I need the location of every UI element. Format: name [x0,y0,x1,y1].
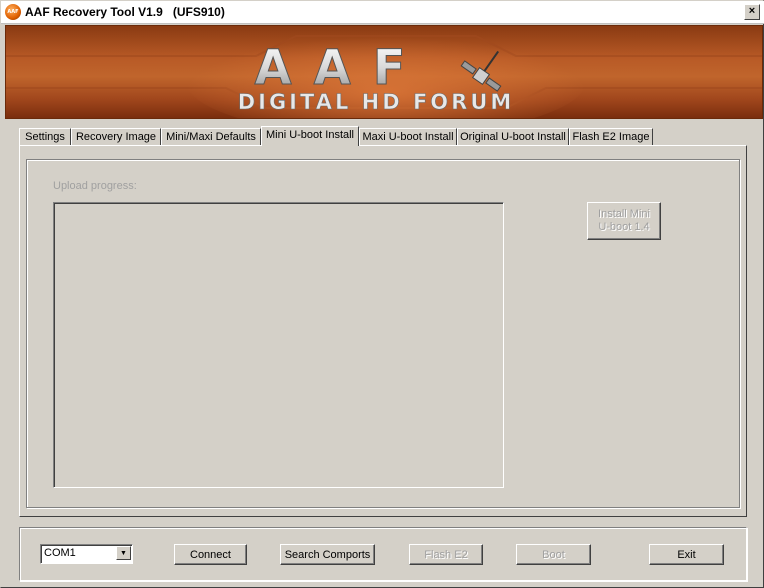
boot-button[interactable]: Boot [516,544,591,565]
com-port-value: COM1 [44,547,76,559]
app-window: AAF AAF Recovery Tool V1.9 (UFS910) × AA… [0,0,764,588]
tab-mini-maxi-defaults[interactable]: Mini/Maxi Defaults [161,128,261,145]
banner-graphic: AAF DIGITAL HD FORUM [6,26,762,118]
tab-original-uboot-install[interactable]: Original U-boot Install [457,128,569,145]
tab-panel-mini-uboot: Upload progress: Install Mini U-boot 1.4 [19,145,747,517]
aaf-logo-icon: AAF [5,4,21,20]
tab-settings[interactable]: Settings [19,128,71,145]
window-title: AAF Recovery Tool V1.9 (UFS910) [25,5,225,19]
chevron-down-icon[interactable]: ▼ [116,546,131,560]
flash-e2-button[interactable]: Flash E2 [409,544,483,565]
tab-maxi-uboot-install[interactable]: Maxi U-boot Install [359,128,457,145]
upload-progress-label: Upload progress: [53,180,137,192]
close-button[interactable]: × [744,4,760,20]
tab-recovery-image[interactable]: Recovery Image [71,128,161,145]
upload-progress-log [53,202,504,488]
tab-flash-e2-image[interactable]: Flash E2 Image [569,128,653,145]
search-comports-button[interactable]: Search Comports [280,544,375,565]
title-bar: AAF AAF Recovery Tool V1.9 (UFS910) × [1,1,764,24]
connect-button[interactable]: Connect [174,544,247,565]
exit-button[interactable]: Exit [649,544,724,565]
banner: AAF DIGITAL HD FORUM [5,25,763,119]
com-port-select[interactable]: COM1 ▼ [40,544,133,564]
install-mini-uboot-button[interactable]: Install Mini U-boot 1.4 [587,202,661,240]
connection-panel: COM1 ▼ Connect Search Comports Flash E2 … [19,527,747,581]
tab-mini-uboot-install[interactable]: Mini U-boot Install [261,126,359,146]
banner-subtitle: DIGITAL HD FORUM [238,90,515,114]
banner-logo-text: AAF [254,40,427,96]
